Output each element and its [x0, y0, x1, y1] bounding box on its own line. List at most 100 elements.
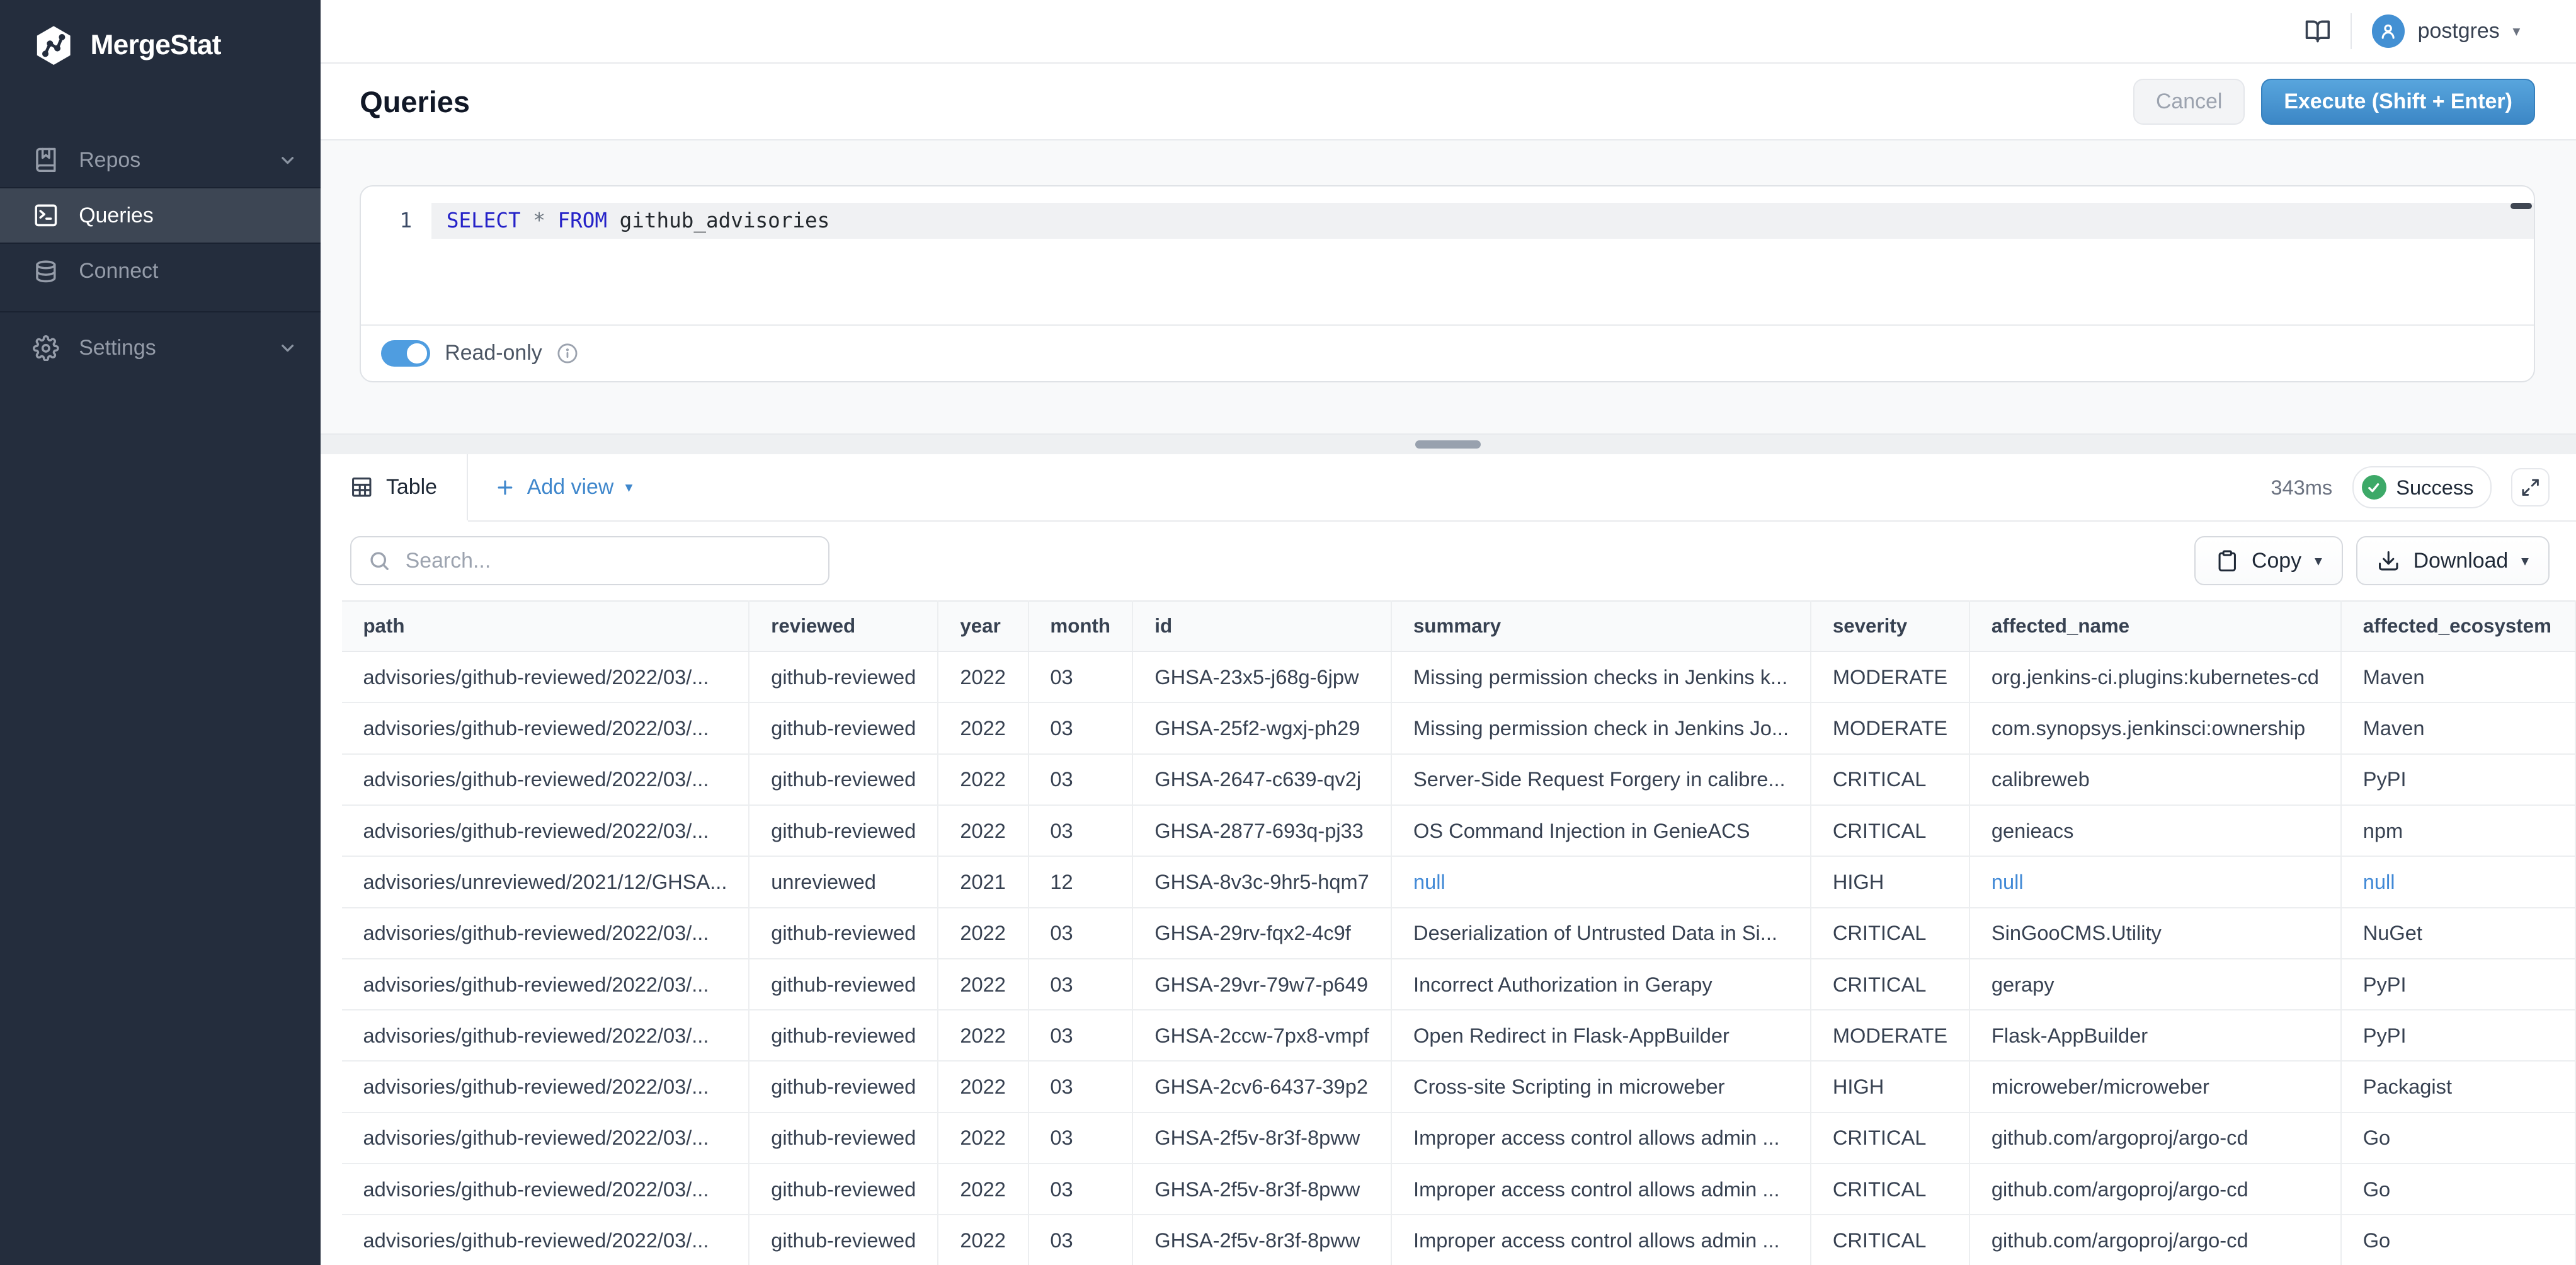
- status-badge: Success: [2352, 466, 2492, 508]
- app-window: MergeStat Repos Queries: [0, 0, 2576, 1265]
- table-cell: HIGH: [1811, 1061, 1969, 1112]
- table-cell: 2022: [938, 1215, 1028, 1265]
- table-row: advisories/github-reviewed/2022/03/...gi…: [342, 702, 2575, 753]
- table-cell: SinGooCMS.Utility: [1969, 908, 2341, 959]
- user-icon: [2372, 14, 2405, 47]
- table-cell: github-reviewed: [749, 1113, 938, 1164]
- query-duration: 343ms: [2271, 476, 2332, 500]
- table-cell: 2022: [938, 805, 1028, 856]
- cancel-button[interactable]: Cancel: [2133, 79, 2245, 125]
- table-cell: github-reviewed: [749, 702, 938, 753]
- expand-button[interactable]: [2511, 468, 2550, 507]
- table-cell: Incorrect Authorization in Gerapy: [1391, 959, 1811, 1010]
- docs-icon[interactable]: [2305, 18, 2331, 45]
- search-input[interactable]: [402, 547, 812, 575]
- download-label: Download: [2414, 549, 2509, 573]
- sidebar: MergeStat Repos Queries: [0, 0, 321, 1265]
- table-cell: CRITICAL: [1811, 805, 1969, 856]
- download-icon: [2377, 549, 2400, 573]
- table-cell: 03: [1029, 1164, 1133, 1215]
- table-cell: advisories/github-reviewed/2022/03/...: [342, 1215, 749, 1265]
- results-toolbar: Copy ▾ Download ▾: [321, 522, 2576, 600]
- sidebar-item-settings[interactable]: Settings: [0, 321, 321, 375]
- table-cell: GHSA-8v3c-9hr5-hqm7: [1132, 856, 1391, 907]
- table-cell: advisories/unreviewed/2021/12/GHSA...: [342, 856, 749, 907]
- table-cell: Improper access control allows admin ...: [1391, 1113, 1811, 1164]
- brand: MergeStat: [0, 0, 321, 90]
- table-cell: HIGH: [1811, 856, 1969, 907]
- table-row: advisories/github-reviewed/2022/03/...gi…: [342, 1113, 2575, 1164]
- table-row: advisories/github-reviewed/2022/03/...gi…: [342, 1164, 2575, 1215]
- sidebar-item-repos[interactable]: Repos: [0, 133, 321, 187]
- copy-icon: [2216, 549, 2239, 573]
- table-cell: github-reviewed: [749, 1215, 938, 1265]
- plus-icon: [494, 477, 516, 498]
- table-cell: advisories/github-reviewed/2022/03/...: [342, 651, 749, 702]
- table-cell: advisories/github-reviewed/2022/03/...: [342, 1164, 749, 1215]
- table-cell: advisories/github-reviewed/2022/03/...: [342, 754, 749, 805]
- execute-button[interactable]: Execute (Shift + Enter): [2261, 79, 2534, 125]
- table-cell: advisories/github-reviewed/2022/03/...: [342, 908, 749, 959]
- table-cell: Open Redirect in Flask-AppBuilder: [1391, 1010, 1811, 1061]
- results-table-wrap[interactable]: pathreviewedyearmonthidsummaryseverityaf…: [342, 600, 2576, 1265]
- table-cell: OS Command Injection in GenieACS: [1391, 805, 1811, 856]
- table-cell: 2022: [938, 1010, 1028, 1061]
- table-cell: github-reviewed: [749, 754, 938, 805]
- table-row: advisories/github-reviewed/2022/03/...gi…: [342, 651, 2575, 702]
- table-cell: CRITICAL: [1811, 1215, 1969, 1265]
- tab-table[interactable]: Table: [321, 454, 468, 520]
- table-cell: advisories/github-reviewed/2022/03/...: [342, 702, 749, 753]
- table-cell: GHSA-2f5v-8r3f-8pww: [1132, 1113, 1391, 1164]
- sql-token: FROM: [557, 209, 607, 232]
- table-cell: microweber/microweber: [1969, 1061, 2341, 1112]
- table-row: advisories/github-reviewed/2022/03/...gi…: [342, 1061, 2575, 1112]
- repos-icon: [33, 147, 59, 173]
- chevron-down-icon: ▾: [2521, 554, 2529, 568]
- table-row: advisories/github-reviewed/2022/03/...gi…: [342, 1215, 2575, 1265]
- download-button[interactable]: Download ▾: [2356, 536, 2550, 585]
- readonly-toggle[interactable]: [381, 340, 430, 367]
- table-cell: Go: [2341, 1164, 2575, 1215]
- table-cell: GHSA-29vr-79w7-p649: [1132, 959, 1391, 1010]
- chevron-down-icon: [278, 338, 297, 358]
- table-cell: github-reviewed: [749, 959, 938, 1010]
- sidebar-settings-group: Settings: [0, 311, 321, 375]
- info-icon[interactable]: [557, 343, 578, 364]
- table-cell: PyPI: [2341, 1010, 2575, 1061]
- table-cell: CRITICAL: [1811, 754, 1969, 805]
- code-line: SELECT * FROM github_advisories: [447, 203, 829, 239]
- results-panel: Table Add view ▾ 343ms Success: [321, 454, 2576, 1265]
- chevron-down-icon: [278, 151, 297, 170]
- code-area[interactable]: 1 SELECT * FROM github_advisories: [361, 186, 2534, 324]
- table-cell: npm: [2341, 805, 2575, 856]
- panel-resize-strip: [321, 433, 2576, 454]
- table-cell: PyPI: [2341, 959, 2575, 1010]
- column-header-year: year: [938, 601, 1028, 651]
- table-cell: GHSA-2647-c639-qv2j: [1132, 754, 1391, 805]
- table-cell: MODERATE: [1811, 1010, 1969, 1061]
- table-cell: github-reviewed: [749, 1061, 938, 1112]
- sidebar-item-queries[interactable]: Queries: [0, 187, 321, 244]
- user-name: postgres: [2418, 19, 2500, 43]
- table-cell: 03: [1029, 1215, 1133, 1265]
- check-icon: [2362, 475, 2386, 500]
- add-view-button[interactable]: Add view ▾: [494, 454, 633, 520]
- sidebar-item-connect[interactable]: Connect: [0, 244, 321, 298]
- user-menu[interactable]: postgres ▾: [2372, 14, 2521, 47]
- table-cell: 12: [1029, 856, 1133, 907]
- editor-scrollbar-thumb[interactable]: [2510, 203, 2532, 209]
- table-cell: 03: [1029, 651, 1133, 702]
- column-header-affected_name: affected_name: [1969, 601, 2341, 651]
- table-cell: MODERATE: [1811, 651, 1969, 702]
- copy-button[interactable]: Copy ▾: [2194, 536, 2343, 585]
- table-cell: MODERATE: [1811, 702, 1969, 753]
- chevron-down-icon: ▾: [2513, 24, 2521, 38]
- view-tabs: Table Add view ▾ 343ms Success: [321, 454, 2576, 521]
- table-cell: org.jenkins-ci.plugins:kubernetes-cd: [1969, 651, 2341, 702]
- chevron-down-icon: ▾: [625, 480, 633, 495]
- table-cell: NuGet: [2341, 908, 2575, 959]
- drag-handle[interactable]: [1415, 440, 1481, 449]
- line-number: 1: [361, 203, 431, 239]
- table-cell: advisories/github-reviewed/2022/03/...: [342, 1010, 749, 1061]
- table-cell: github-reviewed: [749, 805, 938, 856]
